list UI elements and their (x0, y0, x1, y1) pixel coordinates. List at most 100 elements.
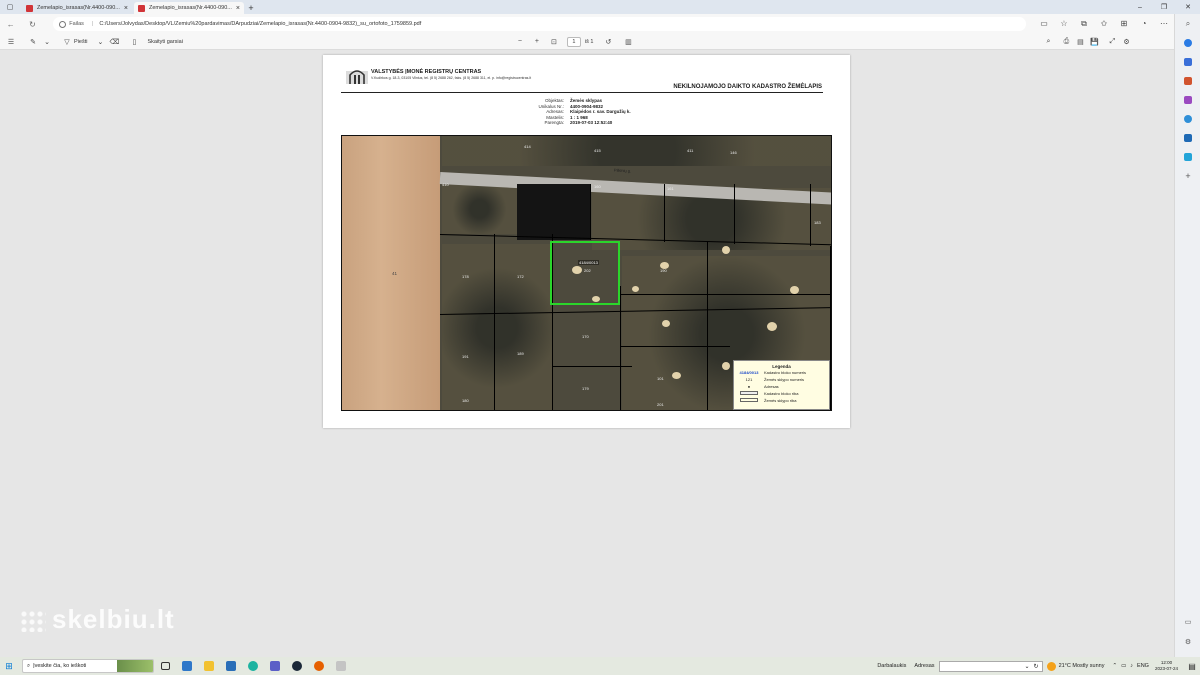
tray-chevron-icon[interactable]: ⌃ (1112, 663, 1117, 669)
app-icon[interactable] (330, 659, 352, 673)
read-mode-icon[interactable]: ▭ (1034, 19, 1054, 29)
new-tab-button[interactable]: + (244, 2, 258, 14)
teams-icon[interactable] (264, 659, 286, 673)
farm-field (342, 136, 440, 410)
more-icon[interactable]: ⋯ (1154, 19, 1174, 29)
read-aloud-button[interactable]: Skaityti garsiai (147, 39, 182, 45)
legend-row: ● Adresas (747, 384, 779, 389)
pdf-toolbar: ☰ ✎ ⌄ ▽ Piešti ⌄ ⌫ ▯ Skaityti garsiai − … (0, 34, 1174, 50)
print-icon[interactable]: ⎙ (1059, 38, 1073, 46)
tools-icon[interactable] (1175, 90, 1200, 109)
parcel-block-number: 4184/0013 (578, 260, 599, 265)
notifications-icon[interactable]: ▤ (1184, 662, 1200, 671)
map-legend: Legenda 4184/0013 Kadastro bloko numeris … (733, 360, 830, 410)
watermark: skelbiu.lt (20, 604, 175, 635)
page-number-input[interactable]: 1 (566, 36, 581, 47)
document-title: NEKILNOJAMOJO DAIKTO KADASTRO ŽEMĖLAPIS (673, 84, 822, 90)
chevron-down-icon[interactable]: ⌄ (93, 38, 107, 46)
rotate-icon[interactable]: ↺ (601, 38, 615, 46)
edge-icon[interactable] (242, 659, 264, 673)
close-window-icon[interactable]: ✕ (1176, 0, 1200, 14)
address-toolbar-label: Adresas (914, 663, 935, 669)
eraser-icon[interactable]: ⌫ (107, 38, 121, 46)
selected-parcel (550, 241, 620, 305)
collections-icon[interactable]: ⧉ (1074, 19, 1094, 29)
office-icon[interactable] (1175, 128, 1200, 147)
page-view-icon[interactable]: ▥ (621, 38, 635, 46)
clock-date: 2023-07-24 (1154, 666, 1178, 671)
registry-logo-icon (346, 70, 368, 84)
page-total-label: iš 1 (584, 38, 594, 45)
watermark-logo-icon (20, 610, 46, 633)
settings-icon[interactable]: ⚙ (1119, 38, 1133, 46)
favorites-list-icon[interactable]: ✩ (1094, 19, 1114, 29)
firefox-icon[interactable] (308, 659, 330, 673)
save-icon[interactable]: 💾 (1087, 38, 1101, 46)
outlook-icon[interactable] (1175, 147, 1200, 166)
steam-icon[interactable] (286, 659, 308, 673)
document-meta: Objektas: Žemės sklypas Unikalus Nr.: 4400… (538, 98, 631, 126)
contents-icon[interactable]: ☰ (4, 38, 18, 46)
org-name: VALSTYBĖS ĮMONĖ REGISTRŲ CENTRAS (371, 69, 482, 75)
extensions-icon[interactable]: ⊞ (1114, 19, 1134, 29)
draw-icon[interactable]: ▽ (60, 38, 74, 46)
clock[interactable]: 12:00 2023-07-24 (1155, 660, 1178, 672)
network-icon[interactable]: ▭ (1121, 663, 1126, 669)
bing-icon[interactable] (1175, 33, 1200, 52)
legend-row: Kadastro bloko riba (734, 390, 829, 397)
shopping-icon[interactable] (1175, 71, 1200, 90)
weather-text[interactable]: 21°C Mostly sunny (1059, 663, 1105, 669)
tab-actions-icon[interactable]: ▢ (0, 0, 20, 14)
chevron-down-icon[interactable]: ⌄ (40, 38, 54, 46)
favorite-icon[interactable]: ☆ (1054, 19, 1074, 29)
legend-row: 4184/0013 Kadastro bloko numeris (739, 370, 807, 375)
url-text: C:/Users/Jolvydas/Desktop/VL/Zemiu%20par… (99, 21, 422, 27)
chevron-down-icon[interactable]: ⌄ (1025, 663, 1030, 670)
go-icon[interactable]: ↻ (1034, 663, 1039, 670)
volume-icon[interactable]: ♪ (1130, 663, 1133, 669)
task-view-icon[interactable] (154, 659, 176, 673)
fullscreen-icon[interactable]: ⤢ (1105, 38, 1119, 46)
homestead (517, 184, 591, 240)
zoom-out-button[interactable]: − (513, 38, 527, 45)
draw-button[interactable]: Piešti (74, 39, 87, 45)
desktop-toolbar-label[interactable]: Darbalaukis (877, 663, 906, 669)
add-icon[interactable]: + (1175, 166, 1200, 185)
search-icon[interactable]: ⌕ (1175, 14, 1200, 33)
sidebar-settings-icon[interactable]: ⚙ (1175, 632, 1200, 651)
pdf-icon (138, 4, 145, 12)
windows-start-icon[interactable]: ⊞ (0, 661, 18, 672)
find-icon[interactable]: ⌕ (1041, 38, 1055, 46)
search-highlight-image (117, 660, 153, 672)
url-field[interactable]: Failas | C:/Users/Jolvydas/Desktop/VL/Ze… (53, 17, 1026, 31)
games-icon[interactable] (1175, 109, 1200, 128)
tab-2-label: Zemelapio_israsas(Nr.4400-090... (149, 5, 232, 11)
read-aloud-icon[interactable]: ▯ (127, 38, 141, 46)
tab-2[interactable]: Zemelapio_israsas(Nr.4400-090... × (134, 2, 244, 14)
store-icon[interactable] (220, 659, 242, 673)
address-toolbar-input[interactable]: ⌄ ↻ (938, 660, 1043, 672)
file-explorer-icon[interactable] (198, 659, 220, 673)
taskbar-search[interactable]: ⌕ Įveskite čia, ko ieškoti (22, 659, 154, 673)
refresh-icon[interactable]: ↻ (22, 20, 44, 29)
hide-sidebar-icon[interactable]: ▭ (1175, 612, 1200, 631)
weather-icon (1046, 661, 1056, 671)
fit-page-icon[interactable]: ⊡ (547, 38, 561, 46)
save-as-icon[interactable]: ▤ (1073, 38, 1087, 46)
mail-icon[interactable] (176, 659, 198, 673)
highlight-icon[interactable]: ✎ (26, 38, 40, 46)
language-indicator[interactable]: ENG (1137, 663, 1149, 669)
close-tab-icon[interactable]: × (236, 5, 240, 12)
back-icon[interactable]: ← (0, 20, 22, 29)
search-icon: ⌕ (27, 662, 31, 669)
pdf-viewer[interactable]: VALSTYBĖS ĮMONĖ REGISTRŲ CENTRAS V.Kudir… (0, 50, 1174, 657)
tab-1[interactable]: Zemelapio_israsas(Nr.4400-090... × (22, 2, 132, 14)
minimize-icon[interactable]: – (1128, 0, 1152, 14)
tag-icon[interactable] (1175, 52, 1200, 71)
profile-icon[interactable]: ◔ (1134, 19, 1154, 29)
zoom-in-button[interactable]: + (530, 38, 544, 45)
parcel-number: 202 (584, 268, 591, 273)
close-tab-icon[interactable]: × (124, 5, 128, 12)
restore-icon[interactable]: ❐ (1152, 0, 1176, 14)
info-icon[interactable] (59, 20, 67, 28)
